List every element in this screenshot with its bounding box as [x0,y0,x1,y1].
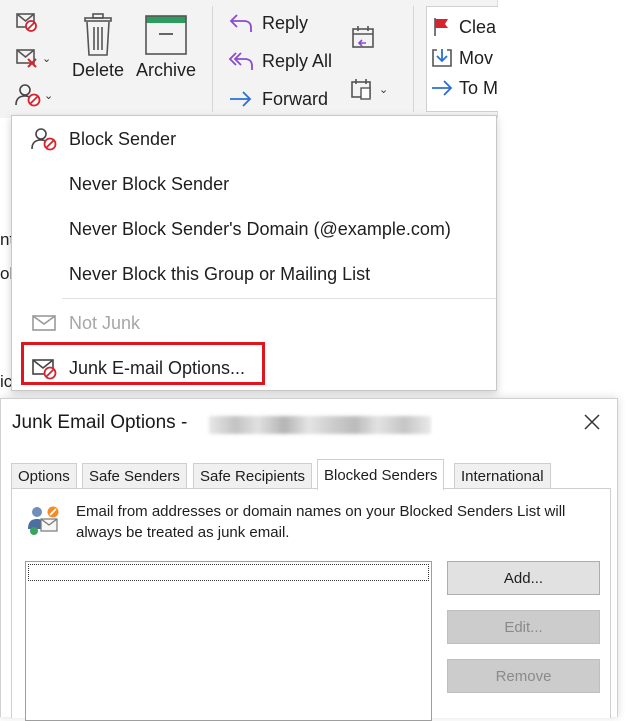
trash-icon [84,13,112,56]
chevron-down-icon: ⌄ [379,83,389,96]
archive-label: Archive [136,60,197,80]
to-manager-label: To M [459,77,498,98]
junk-dropdown-menu: Block Sender Never Block Sender Never Bl… [11,115,497,391]
clear-flag-button[interactable]: Clea [431,16,496,38]
ribbon: ⌄ ⌄ Delete Archive Reply Reply All Forwa… [0,0,498,118]
chevron-down-icon: ⌄ [42,52,52,65]
move-to-folder-icon [432,49,452,67]
menu-item-not-junk[interactable]: Not Junk [12,301,496,345]
menu-item-label: Junk E-mail Options... [69,357,246,378]
block-sender-icon [15,84,41,107]
menu-item-junk-email-options[interactable]: Junk E-mail Options... [12,346,496,390]
add-button[interactable]: Add... [447,561,600,595]
dialog-title: Junk Email Options - [12,412,188,433]
forward-arrow-icon [432,80,453,96]
menu-separator [62,298,496,299]
clear-flag-label: Clea [459,16,497,37]
archive-icon [145,15,187,55]
ignore-icon [16,13,37,32]
clean-up-button[interactable]: ⌄ [14,46,51,70]
blocked-senders-panel: Email from addresses or domain names on … [11,488,611,721]
remove-button[interactable]: Remove [447,659,600,693]
reply-all-icon [228,52,253,70]
menu-item-label: Never Block Sender's Domain (@example.co… [69,218,451,239]
menu-item-label: Never Block Sender [69,173,230,194]
flag-icon [434,18,448,36]
edit-button[interactable]: Edit... [447,610,600,644]
tab-safe-senders[interactable]: Safe Senders [82,463,187,489]
forward-label: Forward [262,88,329,109]
menu-item-never-block-sender[interactable]: Never Block Sender [12,162,496,206]
remove-button-label: Remove [495,667,552,685]
junk-options-icon [32,359,57,380]
reply-all-label: Reply All [262,50,333,71]
tab-label: Safe Senders [89,468,180,485]
envelope-icon [32,315,56,331]
tab-label: Blocked Senders [324,466,438,484]
menu-item-never-block-group[interactable]: Never Block this Group or Mailing List [12,252,496,296]
reply-all-button[interactable]: Reply All [228,50,332,72]
ribbon-divider [212,6,213,112]
quick-steps-panel: Clea Mov To M [426,6,498,112]
reply-label: Reply [262,12,309,33]
tab-label: Safe Recipients [200,468,306,485]
reply-button[interactable]: Reply [228,12,308,34]
to-manager-button[interactable]: To M [431,77,498,99]
edit-button-label: Edit... [504,618,543,636]
tab-blocked-senders[interactable]: Blocked Senders [317,459,445,490]
menu-item-label: Never Block this Group or Mailing List [69,263,371,284]
calendar-reply-icon [352,26,374,48]
ribbon-divider [413,6,414,112]
more-respond-button[interactable]: ⌄ [349,76,388,102]
meeting-button[interactable] [349,24,377,50]
tab-label: Options [18,468,70,485]
menu-item-never-block-domain[interactable]: Never Block Sender's Domain (@example.co… [12,207,496,251]
delete-label: Delete [72,60,125,80]
delete-button[interactable]: Delete [72,12,124,81]
close-icon[interactable] [581,411,603,433]
menu-item-label: Not Junk [69,312,141,333]
blocked-senders-icon [28,506,59,535]
list-focus-row [28,564,429,581]
tab-options[interactable]: Options [11,463,77,489]
tab-label: International [461,468,544,485]
forward-icon [230,91,252,107]
tab-international[interactable]: International [454,463,551,489]
move-to-button[interactable]: Mov [431,47,493,69]
archive-button[interactable]: Archive [136,12,196,81]
more-respond-icon [351,79,371,100]
menu-item-label: Block Sender [69,128,177,149]
info-description: Email from addresses or domain names on … [76,503,566,541]
add-button-label: Add... [503,569,544,587]
clean-up-icon [16,49,37,68]
block-sender-icon [31,128,57,151]
move-to-label: Mov [459,47,494,68]
junk-email-options-dialog: Junk Email Options - Options Safe Sender… [0,398,618,721]
reply-icon [229,14,252,32]
junk-dropdown-button[interactable]: ⌄ [14,82,53,108]
chevron-down-icon: ⌄ [44,89,54,102]
blocked-senders-list[interactable] [25,561,432,721]
redacted-account-name [209,416,431,434]
forward-button[interactable]: Forward [228,88,328,110]
ignore-button[interactable] [14,10,40,34]
menu-item-block-sender[interactable]: Block Sender [12,117,496,161]
tab-safe-recipients[interactable]: Safe Recipients [193,463,313,489]
